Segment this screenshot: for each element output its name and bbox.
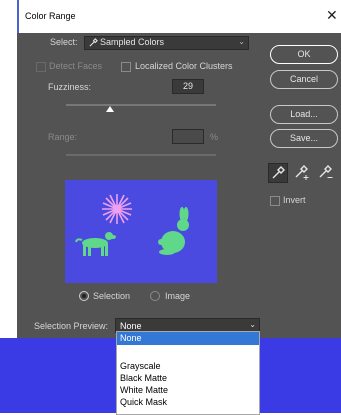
- save-button[interactable]: Save...: [270, 129, 338, 148]
- ok-button[interactable]: OK: [270, 45, 338, 64]
- option-quick-mask[interactable]: Quick Mask: [120, 397, 167, 407]
- eyedropper-tool[interactable]: [268, 163, 288, 183]
- window-title: Color Range: [25, 11, 76, 21]
- dog-icon: [75, 232, 116, 256]
- detect-faces-label: Detect Faces: [49, 61, 103, 71]
- selection-radio[interactable]: [79, 291, 89, 301]
- select-label: Select:: [50, 37, 78, 47]
- invert-checkbox[interactable]: [270, 196, 280, 206]
- range-slider-track: [66, 154, 216, 156]
- localized-clusters-label: Localized Color Clusters: [135, 61, 233, 71]
- option-none[interactable]: None: [120, 333, 142, 343]
- detect-faces-checkbox[interactable]: [36, 62, 46, 72]
- select-dropdown[interactable]: Sampled Colors ⌄: [84, 36, 249, 50]
- load-button[interactable]: Load...: [270, 105, 338, 124]
- fuzziness-input[interactable]: 29: [172, 79, 204, 94]
- image-radio-label: Image: [165, 291, 191, 301]
- selection-preview-options: None Grayscale Black Matte White Matte Q…: [116, 331, 260, 415]
- subtract-from-sample-tool[interactable]: [317, 163, 335, 181]
- window-accent-strip: [17, 0, 19, 33]
- fuzziness-slider-track[interactable]: [66, 104, 216, 106]
- cancel-button[interactable]: Cancel: [270, 70, 338, 89]
- selection-radio-label: Selection: [93, 291, 131, 301]
- chevron-down-icon: ⌄: [249, 320, 256, 329]
- invert-label: Invert: [283, 195, 306, 205]
- chevron-down-icon: ⌄: [238, 37, 245, 46]
- eyedropper-plus-icon: [295, 165, 309, 180]
- range-unit: %: [210, 132, 219, 142]
- fuzziness-slider-thumb[interactable]: [105, 106, 114, 112]
- fuzziness-label: Fuzziness:: [48, 82, 92, 92]
- selection-preview-canvas[interactable]: [65, 180, 217, 283]
- localized-clusters-checkbox[interactable]: [121, 62, 131, 72]
- close-icon[interactable]: ✕: [326, 8, 338, 22]
- option-white-matte[interactable]: White Matte: [120, 385, 168, 395]
- rabbit-icon: [158, 207, 189, 255]
- selection-preview-label: Selection Preview:: [34, 321, 109, 331]
- starburst-icon: [102, 194, 132, 224]
- option-grayscale[interactable]: Grayscale: [120, 361, 161, 371]
- range-label: Range:: [48, 132, 78, 142]
- eyedropper-minus-icon: [319, 165, 333, 178]
- range-input: [172, 129, 204, 144]
- add-to-sample-tool[interactable]: [293, 163, 311, 181]
- eyedropper-icon: [89, 38, 98, 49]
- preview-image: [75, 194, 189, 256]
- image-radio[interactable]: [150, 291, 160, 301]
- eyedropper-icon: [272, 166, 285, 179]
- selection-preview-value: None: [120, 321, 142, 331]
- select-value: Sampled Colors: [100, 37, 165, 47]
- option-black-matte[interactable]: Black Matte: [120, 373, 167, 383]
